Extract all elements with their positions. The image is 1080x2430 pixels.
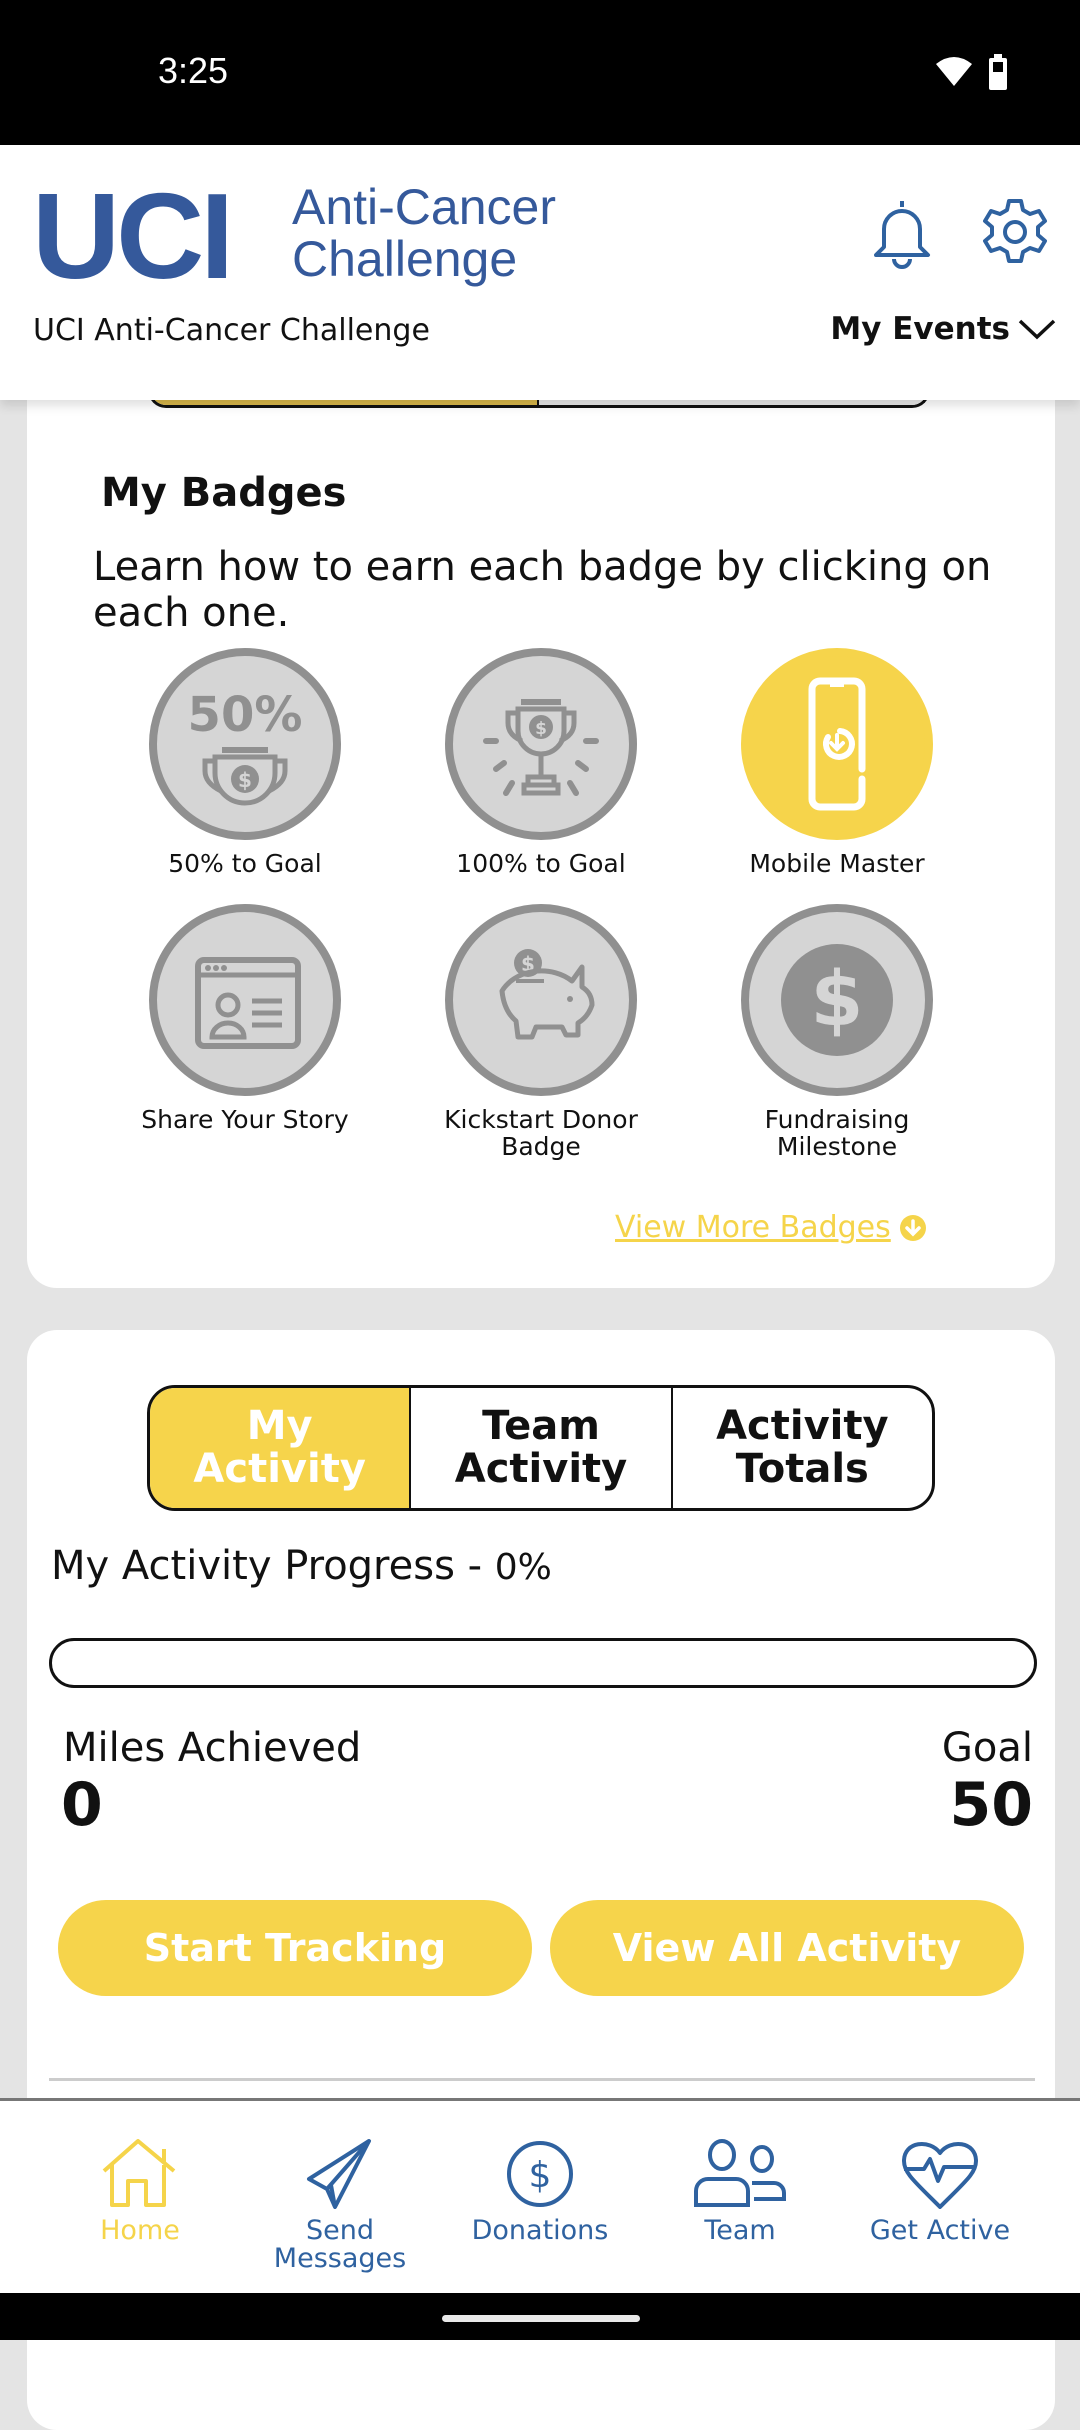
profile-card-icon xyxy=(195,957,301,1049)
nav-get-active-label: Get Active xyxy=(869,2215,1011,2246)
header-actions xyxy=(870,197,1050,269)
logo-line-1: Anti-Cancer xyxy=(292,179,556,235)
divider xyxy=(49,2078,1035,2081)
trophy-icon: $ xyxy=(483,699,599,796)
badge-share-story[interactable]: Share Your Story xyxy=(115,904,375,1133)
svg-text:$: $ xyxy=(811,954,864,1043)
heartbeat-icon xyxy=(902,2142,978,2209)
badge-50-percent[interactable]: 50% $ 50% to Goal xyxy=(115,648,375,877)
badges-card: My Badges Learn how to earn each badge b… xyxy=(27,330,1055,1288)
badge-label: Mobile Master xyxy=(749,849,925,878)
status-time: 3:25 xyxy=(158,50,229,91)
app-header: UCI Anti-Cancer Challenge UCI Anti-Cance… xyxy=(0,145,1080,400)
team-icon xyxy=(694,2139,786,2207)
miles-achieved-label: Miles Achieved xyxy=(63,1725,362,1771)
goal-label: Goal xyxy=(941,1725,1033,1771)
my-events-dropdown[interactable]: My Events xyxy=(830,311,1056,347)
goal-value: 50 xyxy=(949,1770,1034,1840)
nav-donations-label: Donations xyxy=(471,2215,609,2246)
event-title: UCI Anti-Cancer Challenge xyxy=(33,313,430,348)
paper-plane-icon xyxy=(307,2139,371,2209)
badge-circle: $ xyxy=(445,648,637,840)
badge-kickstart-donor[interactable]: $ Kickstart Donor Badge xyxy=(411,904,671,1160)
svg-text:$: $ xyxy=(529,2155,552,2196)
dollar-coin-icon: $ xyxy=(781,944,893,1056)
status-bar: 3:25 xyxy=(0,0,1080,145)
badge-mobile-master[interactable]: Mobile Master xyxy=(707,648,967,877)
badge-circle: $ xyxy=(445,904,637,1096)
home-icon xyxy=(102,2139,176,2207)
badge-circle-earned xyxy=(741,648,933,840)
badge-circle: 50% $ xyxy=(149,648,341,840)
piggy-bank-icon: $ xyxy=(499,949,595,1040)
nav-team-label: Team xyxy=(704,2215,776,2246)
nav-send-messages[interactable]: Send Messages xyxy=(240,2101,440,2293)
dollar-circle-icon: $ xyxy=(507,2141,573,2207)
activity-progress-bar xyxy=(49,1638,1037,1688)
miles-achieved-value: 0 xyxy=(61,1770,103,1840)
badge-circle: $ xyxy=(741,904,933,1096)
view-more-label: View More Badges xyxy=(615,1210,891,1245)
progress-label: My Activity Progress - xyxy=(51,1543,495,1589)
svg-text:$: $ xyxy=(535,719,547,739)
view-more-badges-link[interactable]: View More Badges xyxy=(615,1210,927,1245)
wifi-icon xyxy=(936,57,972,86)
bottom-nav: Home Send Messages $ Donations Team Get … xyxy=(0,2098,1080,2293)
my-events-label: My Events xyxy=(830,311,1010,347)
activity-tabs: My Activity Team Activity Activity Totals xyxy=(147,1385,935,1511)
svg-text:50%: 50% xyxy=(188,687,303,743)
activity-progress-title: My Activity Progress - 0% xyxy=(51,1543,552,1589)
gear-icon[interactable] xyxy=(980,197,1050,267)
svg-text:$: $ xyxy=(238,768,252,792)
badge-label: Share Your Story xyxy=(141,1105,349,1134)
nav-team[interactable]: Team xyxy=(640,2101,840,2293)
progress-percent: 0% xyxy=(494,1547,552,1588)
view-all-activity-button[interactable]: View All Activity xyxy=(550,1900,1024,1996)
tab-my-activity[interactable]: My Activity xyxy=(150,1388,412,1508)
mobile-download-icon xyxy=(808,677,866,811)
nav-send-messages-label: Send Messages xyxy=(273,2215,407,2274)
system-nav-bar xyxy=(0,2293,1080,2340)
nav-get-active[interactable]: Get Active xyxy=(840,2101,1040,2293)
badges-title: My Badges xyxy=(101,470,347,516)
home-gesture-bar[interactable] xyxy=(442,2315,640,2322)
badge-label: Fundraising Milestone xyxy=(764,1105,910,1161)
logo-uci: UCI xyxy=(32,168,234,304)
start-tracking-button[interactable]: Start Tracking xyxy=(58,1900,532,1996)
logo-line-2: Challenge xyxy=(292,231,518,287)
badge-fundraising-milestone[interactable]: $ Fundraising Milestone xyxy=(707,904,967,1160)
nav-donations[interactable]: $ Donations xyxy=(440,2101,640,2293)
fifty-percent-trophy-icon: 50% $ xyxy=(188,687,303,806)
nav-home[interactable]: Home xyxy=(40,2101,240,2293)
badge-label: 50% to Goal xyxy=(168,849,322,878)
logo-subtitle: Anti-Cancer Challenge xyxy=(292,181,556,285)
tab-activity-totals[interactable]: Activity Totals xyxy=(673,1388,932,1508)
tab-team-activity[interactable]: Team Activity xyxy=(411,1388,673,1508)
battery-icon xyxy=(989,54,1007,90)
badge-100-percent[interactable]: $ 100% to Goal xyxy=(411,648,671,877)
status-icons xyxy=(934,54,1008,90)
badge-circle xyxy=(149,904,341,1096)
badge-label: 100% to Goal xyxy=(456,849,626,878)
chevron-down-icon xyxy=(1018,319,1056,340)
arrow-down-circle-icon xyxy=(899,1214,926,1241)
nav-home-label: Home xyxy=(100,2215,180,2246)
bell-icon[interactable] xyxy=(870,197,934,269)
badge-label: Kickstart Donor Badge xyxy=(444,1105,638,1161)
badges-description: Learn how to earn each badge by clicking… xyxy=(93,544,992,636)
